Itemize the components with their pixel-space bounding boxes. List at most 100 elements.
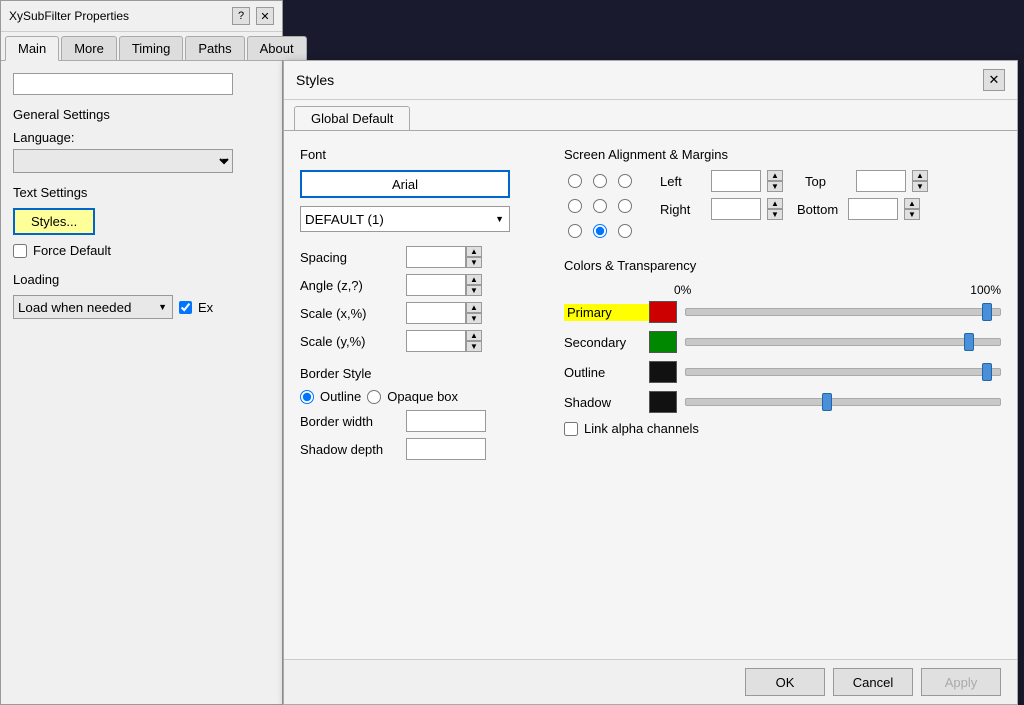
top-margin-down[interactable]: ▼ xyxy=(912,181,928,192)
angle-down-button[interactable]: ▼ xyxy=(466,285,482,296)
language-select[interactable] xyxy=(13,149,233,173)
border-width-input[interactable]: 2.0000 xyxy=(406,410,486,432)
apply-button[interactable]: Apply xyxy=(921,668,1001,696)
angle-input[interactable]: 0 xyxy=(406,274,466,296)
dialog-close-button[interactable]: ✕ xyxy=(983,69,1005,91)
top-margin-input[interactable]: 20 xyxy=(856,170,906,192)
tab-paths[interactable]: Paths xyxy=(185,36,244,60)
outline-slider-track xyxy=(685,368,1001,376)
align-bc-radio[interactable] xyxy=(593,224,607,238)
secondary-swatch[interactable] xyxy=(649,331,677,353)
left-margin-down[interactable]: ▼ xyxy=(767,181,783,192)
secondary-slider-thumb[interactable] xyxy=(964,333,974,351)
scale-x-down-button[interactable]: ▼ xyxy=(466,313,482,324)
right-margin-row: Right 20 ▲ ▼ Bottom 20 ▲ ▼ xyxy=(660,198,928,220)
align-mr-radio[interactable] xyxy=(618,199,632,213)
pct-100-label: 100% xyxy=(970,283,1001,297)
right-panel: Screen Alignment & Margins xyxy=(564,147,1001,466)
align-bl-radio[interactable] xyxy=(568,224,582,238)
right-margin-input[interactable]: 20 xyxy=(711,198,761,220)
spacing-label: Spacing xyxy=(300,250,400,265)
secondary-label: Secondary xyxy=(564,335,649,350)
styles-button[interactable]: Styles... xyxy=(13,208,95,235)
outline-color-row: Outline xyxy=(564,361,1001,383)
shadow-slider-thumb[interactable] xyxy=(822,393,832,411)
main-window: XySubFilter Properties ? ✕ Main More Tim… xyxy=(0,0,283,705)
align-tc-radio[interactable] xyxy=(593,174,607,188)
dialog-title: Styles xyxy=(296,72,334,88)
top-margin-up[interactable]: ▲ xyxy=(912,170,928,181)
left-margin-up[interactable]: ▲ xyxy=(767,170,783,181)
outline-slider-thumb[interactable] xyxy=(982,363,992,381)
spacing-up-button[interactable]: ▲ xyxy=(466,246,482,257)
primary-slider-track xyxy=(685,308,1001,316)
secondary-slider-track xyxy=(685,338,1001,346)
shadow-depth-label: Shadow depth xyxy=(300,442,400,457)
bottom-margin-input[interactable]: 20 xyxy=(848,198,898,220)
dialog-title-bar: Styles ✕ xyxy=(284,61,1017,100)
align-tr-radio[interactable] xyxy=(618,174,632,188)
outline-radio[interactable] xyxy=(300,390,314,404)
spacing-input[interactable]: 0 xyxy=(406,246,466,268)
angle-up-button[interactable]: ▲ xyxy=(466,274,482,285)
spacing-spinner: 0 ▲ ▼ xyxy=(406,246,482,268)
border-style-section: Border Style Outline Opaque box Border w… xyxy=(300,366,540,460)
help-button[interactable]: ? xyxy=(232,7,250,25)
scale-x-up-button[interactable]: ▲ xyxy=(466,302,482,313)
align-tl-radio[interactable] xyxy=(568,174,582,188)
right-margin-label: Right xyxy=(660,202,705,217)
language-select-wrap xyxy=(13,149,233,173)
spacing-down-button[interactable]: ▼ xyxy=(466,257,482,268)
bottom-margin-down[interactable]: ▼ xyxy=(904,209,920,220)
primary-swatch[interactable] xyxy=(649,301,677,323)
bottom-margin-up[interactable]: ▲ xyxy=(904,198,920,209)
text-settings-label: Text Settings xyxy=(13,185,270,200)
shadow-depth-input[interactable]: 3.0000 xyxy=(406,438,486,460)
tab-about[interactable]: About xyxy=(247,36,307,60)
font-name-button[interactable]: Arial xyxy=(300,170,510,198)
align-tc xyxy=(589,170,611,192)
search-input[interactable] xyxy=(13,73,233,95)
shadow-swatch[interactable] xyxy=(649,391,677,413)
border-style-title: Border Style xyxy=(300,366,540,381)
loading-label: Loading xyxy=(13,272,270,287)
right-margin-down[interactable]: ▼ xyxy=(767,209,783,220)
angle-spinner-buttons: ▲ ▼ xyxy=(466,274,482,296)
primary-slider-thumb[interactable] xyxy=(982,303,992,321)
title-bar: XySubFilter Properties ? ✕ xyxy=(1,1,282,32)
main-tab-bar: Main More Timing Paths About xyxy=(1,32,282,61)
border-width-row: Border width 2.0000 xyxy=(300,410,540,432)
ex-checkbox[interactable] xyxy=(179,301,192,314)
scale-y-input[interactable]: 100 xyxy=(406,330,466,352)
opaque-radio[interactable] xyxy=(367,390,381,404)
align-br-radio[interactable] xyxy=(618,224,632,238)
outline-swatch[interactable] xyxy=(649,361,677,383)
left-margin-input[interactable]: 20 xyxy=(711,170,761,192)
right-margin-spinner: ▲ ▼ xyxy=(767,198,783,220)
ok-button[interactable]: OK xyxy=(745,668,825,696)
cancel-button[interactable]: Cancel xyxy=(833,668,913,696)
font-style-select[interactable]: DEFAULT (1) xyxy=(300,206,510,232)
top-margin-spinner: ▲ ▼ xyxy=(912,170,928,192)
secondary-slider-wrap xyxy=(685,332,1001,352)
outline-slider-wrap xyxy=(685,362,1001,382)
tab-more[interactable]: More xyxy=(61,36,117,60)
align-ml-radio[interactable] xyxy=(568,199,582,213)
align-mc-radio[interactable] xyxy=(593,199,607,213)
scale-y-down-button[interactable]: ▼ xyxy=(466,341,482,352)
secondary-color-row: Secondary xyxy=(564,331,1001,353)
scale-y-up-button[interactable]: ▲ xyxy=(466,330,482,341)
close-main-button[interactable]: ✕ xyxy=(256,7,274,25)
tab-global-default[interactable]: Global Default xyxy=(294,106,410,130)
tab-timing[interactable]: Timing xyxy=(119,36,184,60)
force-default-checkbox[interactable] xyxy=(13,244,27,258)
scale-y-label: Scale (y,%) xyxy=(300,334,400,349)
scale-x-input[interactable]: 100 xyxy=(406,302,466,324)
tab-main[interactable]: Main xyxy=(5,36,59,61)
link-alpha-checkbox[interactable] xyxy=(564,422,578,436)
right-margin-up[interactable]: ▲ xyxy=(767,198,783,209)
opaque-label: Opaque box xyxy=(387,389,458,404)
scale-y-spinner: 100 ▲ ▼ xyxy=(406,330,482,352)
loading-row: Load when needed Ex xyxy=(13,295,270,319)
loading-select[interactable]: Load when needed xyxy=(13,295,173,319)
